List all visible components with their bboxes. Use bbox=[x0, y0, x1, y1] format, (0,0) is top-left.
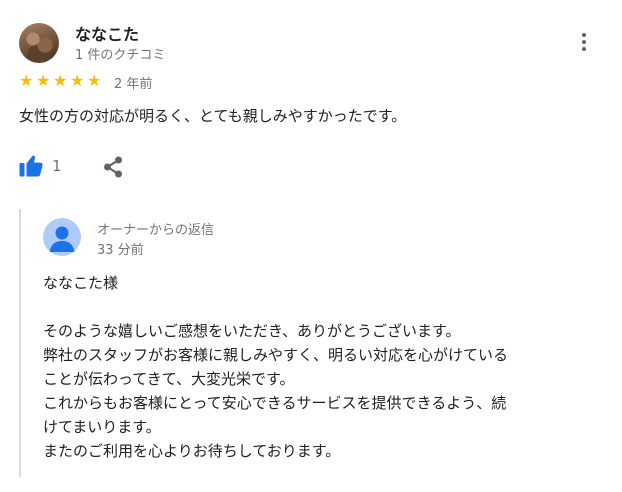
more-vert-icon bbox=[582, 33, 586, 37]
star-icon: ★ bbox=[36, 71, 51, 90]
star-icon: ★ bbox=[53, 71, 68, 90]
reply-line: ことが伝わってきて、大変光栄です。 bbox=[43, 370, 295, 388]
owner-reply-label: オーナーからの返信 bbox=[97, 223, 215, 238]
owner-reply: オーナーからの返信 33 分前 ななこた様 そのような嬉しいご感想をいただき、あ… bbox=[19, 209, 611, 477]
reply-line: またのご利用を心よりお待ちしております。 bbox=[43, 442, 341, 460]
review-text: 女性の方の対応が明るく、とても親しみやすかったです。 bbox=[19, 107, 407, 125]
reply-line: そのような嬉しいご感想をいただき、ありがとうございます。 bbox=[43, 322, 461, 340]
like-count: 1 bbox=[52, 157, 62, 175]
owner-reply-time: 33 分前 bbox=[97, 243, 144, 258]
reply-line: これからもお客様にとって安心できるサービスを提供できるよう、続 bbox=[43, 394, 507, 412]
like-button[interactable]: 1 bbox=[19, 155, 62, 177]
reply-line: 弊社のスタッフがお客様に親しみやすく、明るい対応を心がけている bbox=[43, 346, 509, 364]
star-icon: ★ bbox=[70, 71, 85, 90]
reply-line: けてまいります。 bbox=[43, 418, 161, 436]
reviewer-avatar[interactable] bbox=[19, 23, 59, 63]
person-icon bbox=[49, 226, 75, 252]
review-count: 1 件のクチコミ bbox=[75, 48, 166, 63]
owner-reply-text: ななこた様 そのような嬉しいご感想をいただき、ありがとうございます。 弊社のスタ… bbox=[43, 271, 603, 463]
share-icon[interactable] bbox=[103, 156, 123, 178]
thumbs-up-icon bbox=[19, 155, 43, 177]
star-rating: ★ ★ ★ ★ ★ bbox=[19, 72, 104, 90]
star-icon: ★ bbox=[19, 71, 34, 90]
reply-line: ななこた様 bbox=[43, 274, 119, 292]
review-time: 2 年前 bbox=[114, 77, 153, 92]
reviewer-name[interactable]: ななこた bbox=[75, 21, 139, 45]
more-options-button[interactable] bbox=[574, 30, 594, 54]
owner-avatar bbox=[43, 218, 81, 256]
star-icon: ★ bbox=[87, 71, 102, 90]
